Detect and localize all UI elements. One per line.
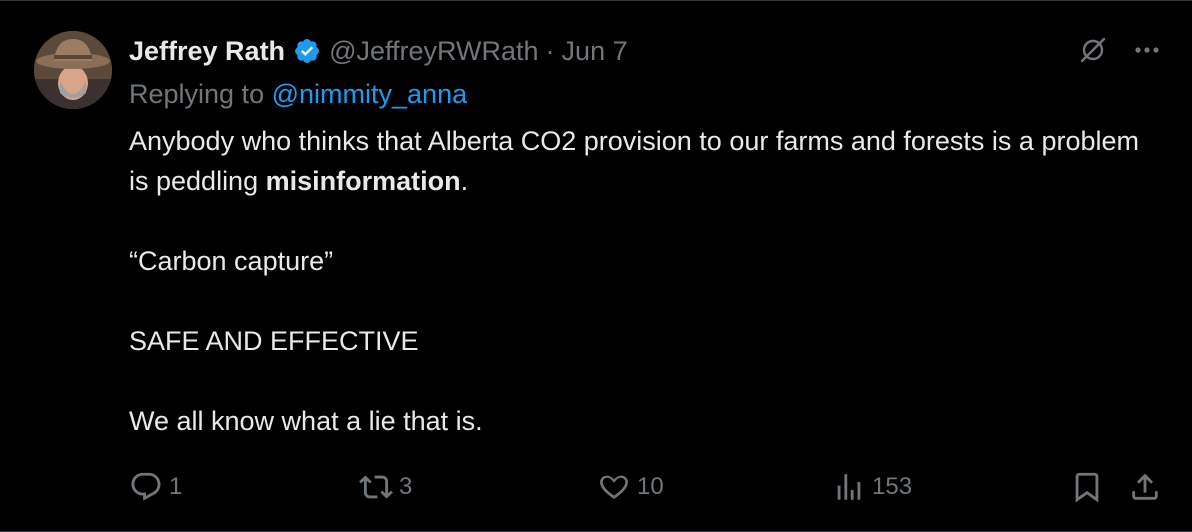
more-icon[interactable] xyxy=(1132,35,1162,70)
views-button[interactable]: 153 xyxy=(832,467,912,507)
top-actions xyxy=(1078,35,1162,70)
verified-badge-icon xyxy=(293,37,321,65)
repost-count: 3 xyxy=(399,473,413,500)
tweet-date[interactable]: Jun 7 xyxy=(562,36,628,67)
author-handle[interactable]: @JeffreyRWRath xyxy=(329,36,538,67)
reply-icon xyxy=(131,472,161,501)
reply-mention-link[interactable]: @nimmity_anna xyxy=(272,79,468,109)
reply-count: 1 xyxy=(169,473,183,500)
bookmark-icon xyxy=(1075,472,1099,503)
tweet-paragraph-2: “Carbon capture” xyxy=(129,246,334,276)
tweet-paragraph-4: We all know what a lie that is. xyxy=(129,406,483,436)
replying-to-label: Replying to xyxy=(129,79,265,109)
grok-icon[interactable] xyxy=(1078,35,1108,70)
repost-icon xyxy=(359,475,393,499)
share-icon xyxy=(1132,473,1158,500)
tweet-text-period: . xyxy=(460,166,469,196)
tweet-paragraph-3: SAFE AND EFFECTIVE xyxy=(129,326,419,356)
tweet-card[interactable]: Jeffrey Rath @JeffreyRWRath · Jun 7 Repl… xyxy=(0,0,1192,532)
header-separator: · xyxy=(545,35,555,66)
like-count: 10 xyxy=(637,473,664,500)
author-display-name[interactable]: Jeffrey Rath xyxy=(129,36,285,67)
tweet-text: Anybody who thinks that Alberta CO2 prov… xyxy=(129,121,1159,441)
tweet-text-bold: misinformation xyxy=(265,166,461,196)
views-icon xyxy=(837,474,861,500)
tweet-paragraph-1: Anybody who thinks that Alberta CO2 prov… xyxy=(129,121,1159,201)
repost-button[interactable]: 3 xyxy=(359,467,412,507)
like-button[interactable]: 10 xyxy=(597,467,664,507)
replying-to-line: Replying to @nimmity_anna xyxy=(129,79,467,110)
views-count: 153 xyxy=(872,473,913,500)
share-button[interactable] xyxy=(1128,467,1162,507)
author-avatar[interactable] xyxy=(34,31,112,109)
reply-button[interactable]: 1 xyxy=(129,467,182,507)
heart-icon xyxy=(600,475,628,499)
cowboy-hat-avatar-icon xyxy=(34,31,112,109)
bookmark-button[interactable] xyxy=(1070,467,1104,507)
tweet-header: Jeffrey Rath @JeffreyRWRath · Jun 7 xyxy=(129,31,628,71)
tweet-actions: 1 3 10 153 xyxy=(129,467,1162,507)
